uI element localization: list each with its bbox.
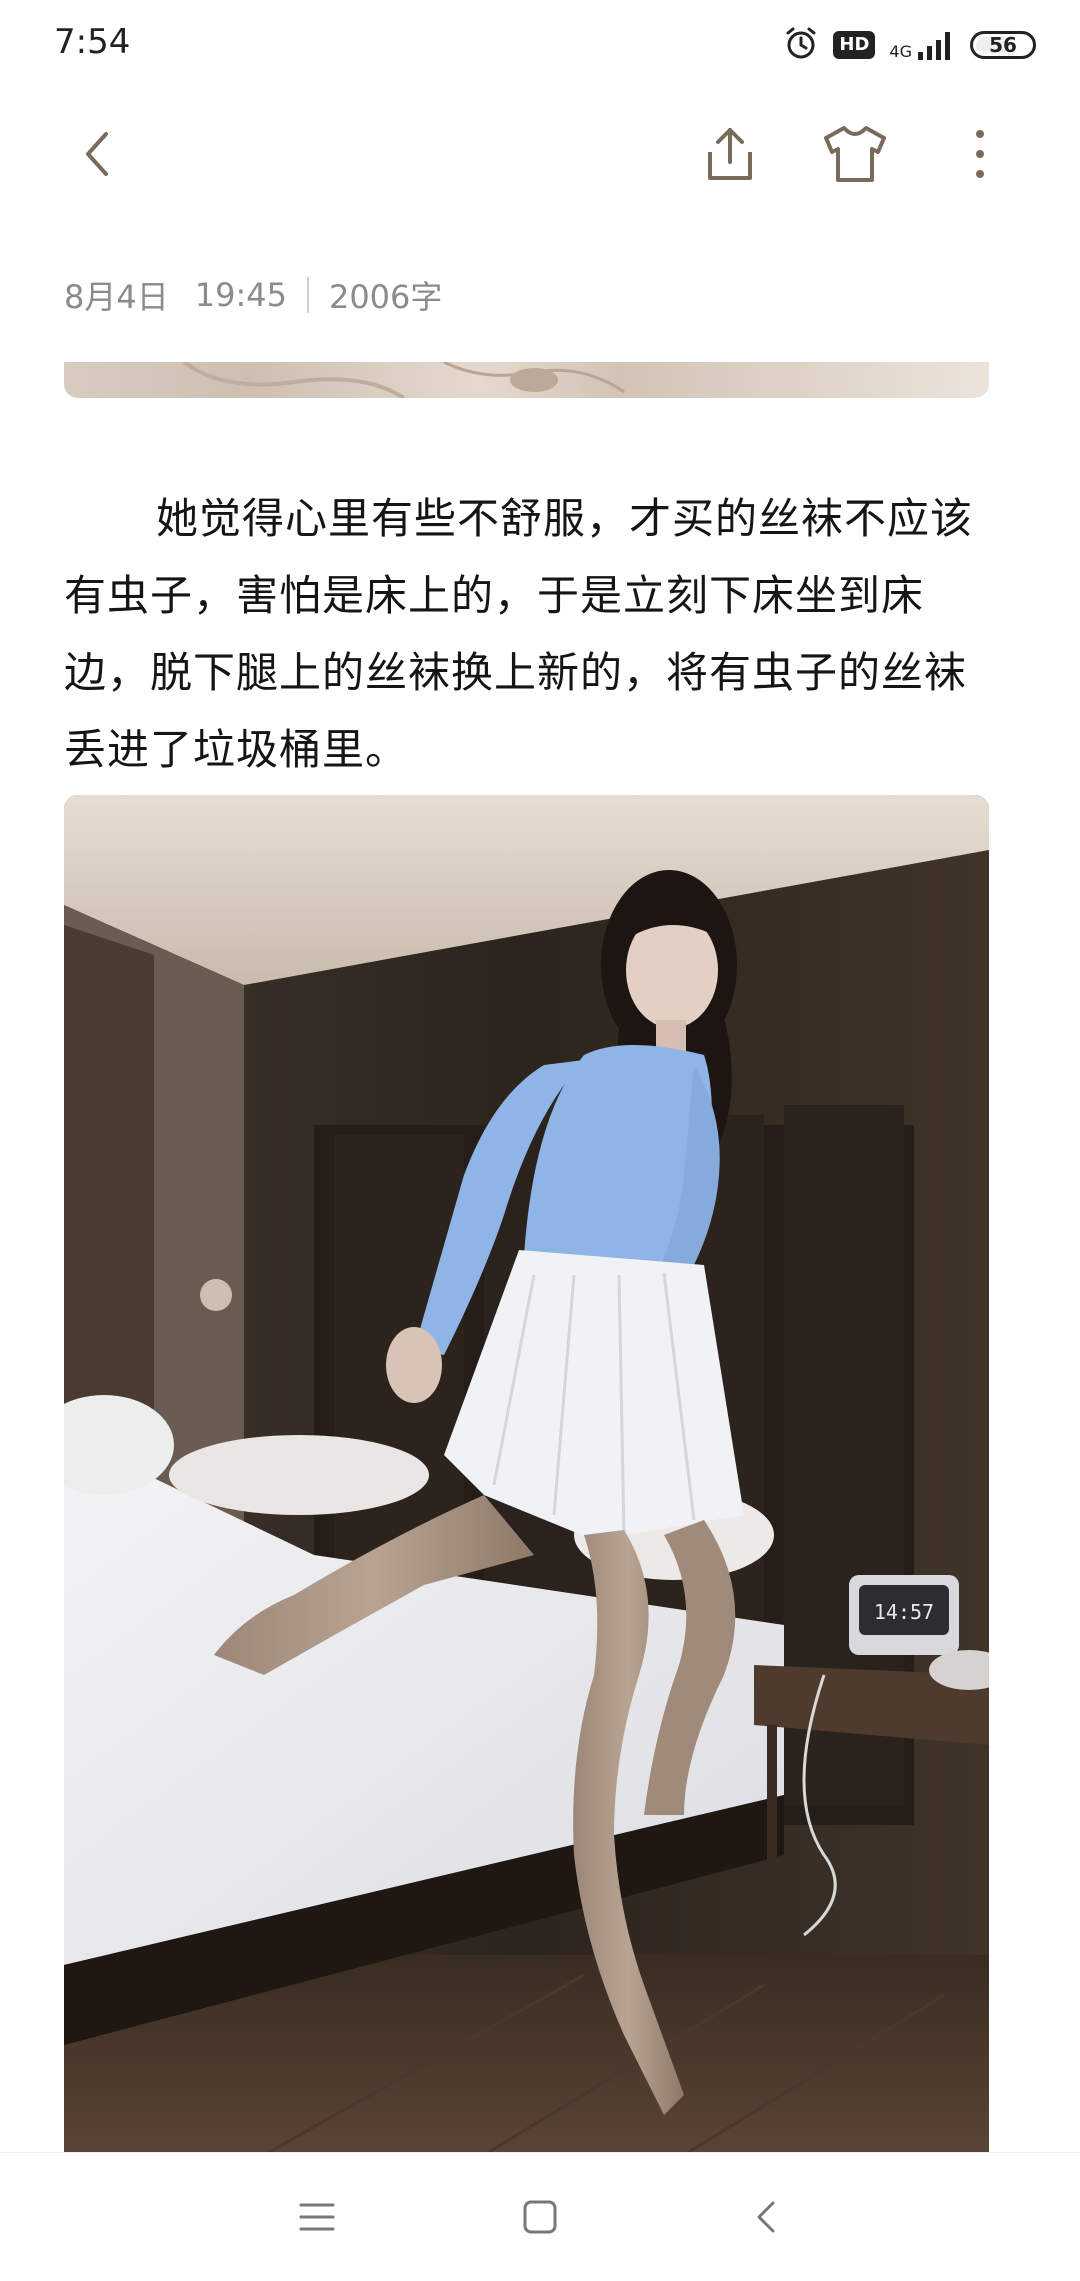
signal-icon: [918, 32, 950, 60]
battery-indicator: 56: [970, 31, 1036, 59]
nav-menu-button[interactable]: [287, 2187, 347, 2247]
meta-divider: [306, 277, 309, 313]
signal-group: 4G: [889, 30, 956, 60]
network-label: 4G: [889, 42, 912, 61]
alarm-icon: [783, 25, 819, 65]
previous-photo: [64, 362, 989, 398]
note-date: 8月4日: [64, 278, 169, 316]
previous-photo-graphic: [182, 362, 625, 398]
navigation-bar: [0, 2152, 1080, 2281]
status-bar: 7:54 HD 4G 56: [0, 0, 1080, 90]
status-icons: HD 4G 56: [783, 20, 1036, 70]
note-photo[interactable]: 14:57: [64, 795, 989, 2155]
share-button[interactable]: [690, 114, 770, 194]
note-meta: 8月4日 19:45 2006字: [64, 272, 442, 318]
share-icon: [708, 128, 752, 180]
device-clock: 14:57: [874, 1600, 934, 1624]
nav-home-button[interactable]: [510, 2187, 570, 2247]
battery-level: 56: [989, 33, 1017, 57]
toolbar: [0, 110, 1080, 200]
theme-button[interactable]: [815, 114, 895, 194]
note-paragraph[interactable]: 她觉得心里有些不舒服，才买的丝袜不应该有虫子，害怕是床上的，于是立刻下床坐到床边…: [64, 480, 1004, 788]
nav-back-button[interactable]: [737, 2187, 797, 2247]
bedroom-photo: 14:57: [64, 795, 989, 2155]
home-icon: [523, 2200, 557, 2234]
tshirt-icon: [824, 126, 886, 182]
hd-badge: HD: [833, 31, 876, 59]
paragraph-text: 她觉得心里有些不舒服，才买的丝袜不应该有虫子，害怕是床上的，于是立刻下床坐到床边…: [64, 494, 974, 774]
note-time: 19:45: [194, 276, 287, 314]
menu-icon: [299, 2203, 335, 2231]
more-button[interactable]: [940, 114, 1020, 194]
back-button[interactable]: [58, 114, 138, 194]
back-icon: [86, 132, 108, 176]
more-icon: [976, 130, 984, 178]
word-count: 2006字: [328, 278, 443, 316]
status-time: 7:54: [54, 22, 131, 62]
back-icon: [757, 2201, 775, 2233]
